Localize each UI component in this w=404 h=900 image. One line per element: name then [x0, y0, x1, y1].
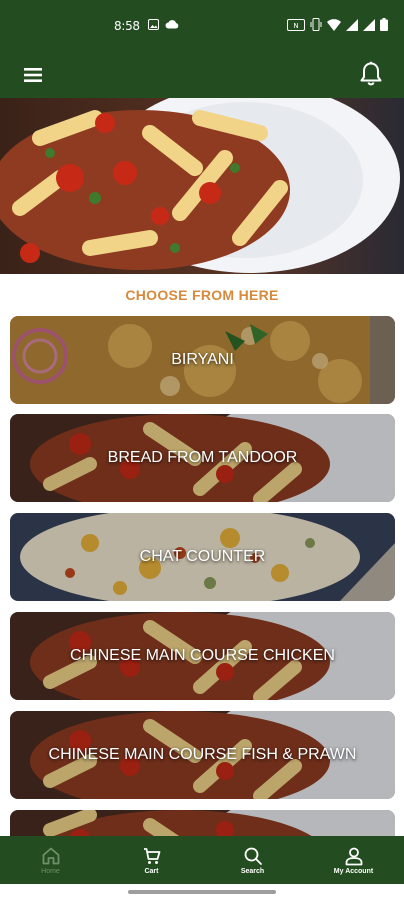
- svg-text:N: N: [293, 22, 298, 30]
- menu-icon: [24, 68, 42, 82]
- category-label: BIRYANI: [171, 351, 234, 368]
- category-card-biryani[interactable]: BIRYANI: [10, 316, 395, 404]
- menu-button[interactable]: [22, 65, 44, 85]
- category-label: CHINESE MAIN COURSE FISH & PRAWN: [48, 746, 357, 763]
- signal-icon: [346, 18, 358, 31]
- cloud-icon: [165, 20, 179, 29]
- bell-icon: [360, 61, 382, 86]
- wifi-icon: [327, 18, 341, 31]
- image-icon: [148, 19, 159, 30]
- category-card-partial[interactable]: [10, 810, 395, 836]
- app-bar: [0, 52, 404, 98]
- hero-banner-image: [0, 98, 404, 274]
- vibrate-icon: [310, 18, 322, 31]
- nfc-icon: N: [287, 18, 305, 31]
- notification-button[interactable]: [358, 60, 384, 88]
- search-icon: [244, 847, 262, 865]
- category-card-chinese-main-course-chicken[interactable]: CHINESE MAIN COURSE CHICKEN: [10, 612, 395, 700]
- gesture-handle[interactable]: [128, 890, 276, 894]
- section-title: CHOOSE FROM HERE: [125, 287, 279, 303]
- signal-icon: [363, 18, 375, 31]
- nav-my-account[interactable]: My Account: [303, 836, 404, 884]
- bottom-nav: Home Cart Search My Account: [0, 836, 404, 884]
- category-label: [10, 810, 395, 836]
- category-list: BIRYANI BREAD FROM TANDOOR CHAT COUNTER: [10, 316, 395, 836]
- nav-search[interactable]: Search: [202, 836, 303, 884]
- nav-label: My Account: [333, 867, 374, 875]
- status-time: 8:58: [114, 19, 140, 33]
- cart-icon: [143, 847, 160, 864]
- nav-label: Cart: [144, 867, 159, 875]
- category-label: CHAT COUNTER: [139, 548, 266, 565]
- battery-icon: [380, 18, 388, 31]
- user-icon: [345, 847, 362, 865]
- category-card-chat-counter[interactable]: CHAT COUNTER: [10, 513, 395, 601]
- category-label: BREAD FROM TANDOOR: [107, 449, 298, 466]
- nav-label: Search: [240, 867, 265, 875]
- category-card-chinese-main-course-fish-prawn[interactable]: CHINESE MAIN COURSE FISH & PRAWN: [10, 711, 395, 799]
- nav-label: Home: [41, 867, 60, 875]
- category-card-bread-from-tandoor[interactable]: BREAD FROM TANDOOR: [10, 414, 395, 502]
- nav-cart[interactable]: Cart: [101, 836, 202, 884]
- home-icon: [42, 847, 59, 864]
- nav-home[interactable]: Home: [0, 836, 101, 884]
- status-bar: 8:58 N: [0, 0, 404, 52]
- category-label: CHINESE MAIN COURSE CHICKEN: [70, 647, 335, 664]
